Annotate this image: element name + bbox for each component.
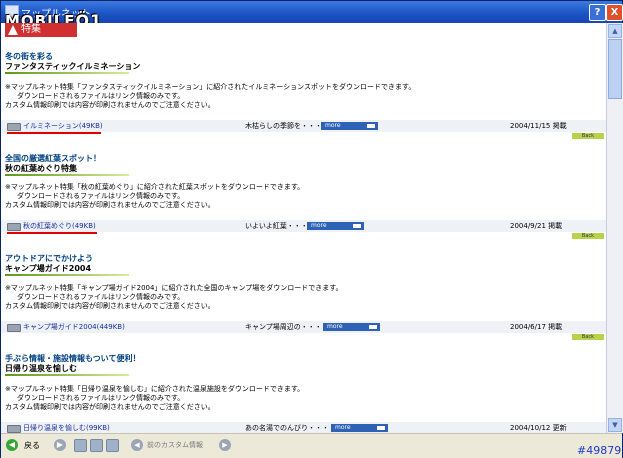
summary-text: キャンプ場周辺の・・・ — [245, 323, 322, 331]
download-link[interactable]: 日帰り温泉を愉しむ(99KB) — [23, 423, 110, 433]
publish-date: 2004/10/12 更新 — [510, 424, 567, 432]
download-row: 秋の紅葉めぐり(49KB) いよいよ紅葉・・・ more 2004/9/21 掲… — [1, 220, 606, 232]
section-subheading: ファンタスティックイルミネーション — [5, 62, 141, 71]
arrow-icon — [367, 124, 375, 128]
vertical-scrollbar[interactable]: ▲ ▼ — [606, 23, 623, 433]
more-button[interactable]: more — [323, 323, 380, 331]
back-button-label[interactable]: 戻る — [24, 440, 40, 451]
download-link[interactable]: キャンプ場ガイド2004(449KB) — [23, 322, 125, 332]
download-link[interactable]: イルミネーション(49KB) — [23, 121, 103, 131]
download-icon[interactable] — [7, 123, 21, 131]
publish-date: 2004/9/21 掲載 — [510, 222, 563, 230]
download-icon[interactable] — [7, 223, 21, 231]
arrow-icon — [377, 426, 385, 430]
more-button[interactable]: more — [321, 122, 378, 130]
feature-section: 全国の厳選紅葉スポット！ 秋の紅葉めぐり特集 ※マップルネット特集「秋の紅葉めぐ… — [1, 139, 606, 239]
subheading-underline — [5, 72, 129, 74]
section-desc-line: ダウンロードされるファイルはリンク情報のみです。 — [17, 92, 185, 100]
forward-arrow-icon[interactable]: ▶ — [54, 439, 66, 451]
download-row: 日帰り温泉を愉しむ(99KB) あの名湯でのんびり・・・ more 2004/1… — [1, 422, 606, 433]
summary-text: あの名湯でのんびり・・・ — [245, 424, 329, 432]
feature-tab: 特集 — [5, 23, 77, 37]
section-desc-line: ダウンロードされるファイルはリンク情報のみです。 — [17, 192, 185, 200]
summary-text: いよいよ紅葉・・・ — [245, 222, 308, 230]
feature-section: アウトドアにでかけよう キャンプ場ガイド2004 ※マップルネット特集「キャンプ… — [1, 241, 606, 341]
app-window: マップルネット ? X MOBILEÖ1 特集 冬の街を彩る ファンタスティック… — [0, 0, 623, 458]
mountain-icon — [8, 25, 18, 35]
more-label: more — [335, 424, 351, 431]
download-icon[interactable] — [7, 425, 21, 433]
download-row: イルミネーション(49KB) 木枯らしの季節を・・・ more 2004/11/… — [1, 120, 606, 132]
subheading-underline — [5, 274, 129, 276]
section-desc-line: ※マップルネット特集「日帰り温泉を愉しむ」に紹介された温泉施設をダウンロードでき… — [5, 385, 305, 393]
publish-date: 2004/11/15 掲載 — [510, 122, 567, 130]
next-info-icon[interactable]: ▶ — [219, 439, 231, 451]
print-icon[interactable] — [90, 439, 103, 452]
subheading-underline — [5, 374, 129, 376]
download-row: キャンプ場ガイド2004(449KB) キャンプ場周辺の・・・ more 200… — [1, 321, 606, 333]
subheading-underline — [5, 174, 129, 176]
section-desc-line: カスタム情報印刷では内容が印刷されませんのでご注意ください。 — [5, 403, 215, 411]
content-area: 冬の街を彩る ファンタスティックイルミネーション ※マップルネット特集「ファンタ… — [1, 37, 606, 433]
feature-tab-label: 特集 — [21, 24, 41, 35]
publish-date: 2004/6/17 掲載 — [510, 323, 563, 331]
previous-info-icon[interactable]: ◀ — [131, 439, 143, 451]
feature-section: 手ぶら情報・施設情報もついて便利！ 日帰り温泉を愉しむ ※マップルネット特集「日… — [1, 343, 606, 433]
close-button[interactable]: X — [606, 4, 623, 21]
download-icon[interactable] — [7, 324, 21, 332]
more-label: more — [311, 222, 327, 229]
section-subheading: 秋の紅葉めぐり特集 — [5, 164, 77, 173]
post-number: #49879 — [577, 444, 622, 457]
arrow-icon — [369, 325, 377, 329]
back-to-top-button[interactable]: Back — [572, 233, 604, 239]
section-subheading: キャンプ場ガイド2004 — [5, 264, 92, 273]
section-desc-line: カスタム情報印刷では内容が印刷されませんのでご注意ください。 — [5, 302, 215, 310]
highlight-underline — [7, 132, 101, 134]
section-desc-line: カスタム情報印刷では内容が印刷されませんのでご注意ください。 — [5, 101, 215, 109]
previous-info-label[interactable]: 前のカスタム情報 — [147, 440, 203, 450]
more-button[interactable]: more — [331, 424, 388, 432]
back-arrow-icon[interactable]: ◀ — [6, 439, 18, 451]
section-desc-line: ※マップルネット特集「秋の紅葉めぐり」に紹介された紅葉スポットをダウンロードでき… — [5, 183, 305, 191]
scroll-down-icon[interactable]: ▼ — [608, 418, 622, 432]
download-link[interactable]: 秋の紅葉めぐり(49KB) — [23, 221, 96, 231]
page-icon[interactable] — [74, 439, 87, 452]
section-desc-line: ※マップルネット特集「キャンプ場ガイド2004」に紹介された全国のキャンプ場をダ… — [5, 284, 343, 292]
scroll-thumb[interactable] — [608, 39, 622, 99]
section-subheading: 日帰り温泉を愉しむ — [5, 364, 77, 373]
feature-section: 冬の街を彩る ファンタスティックイルミネーション ※マップルネット特集「ファンタ… — [1, 37, 606, 139]
highlight-underline — [7, 232, 97, 234]
more-label: more — [325, 122, 341, 129]
section-desc-line: ※マップルネット特集「ファンタスティックイルミネーション」に紹介されたイルミネー… — [5, 83, 416, 91]
save-icon[interactable] — [106, 439, 119, 452]
back-to-top-button[interactable]: Back — [572, 334, 604, 340]
summary-text: 木枯らしの季節を・・・ — [245, 122, 322, 130]
more-label: more — [327, 323, 343, 330]
bottom-toolbar: ◀ 戻る ▶ ◀ 前のカスタム情報 ▶ — [1, 433, 622, 458]
section-desc-line: ダウンロードされるファイルはリンク情報のみです。 — [17, 394, 185, 402]
scroll-up-icon[interactable]: ▲ — [608, 24, 622, 38]
arrow-icon — [353, 224, 361, 228]
section-desc-line: ダウンロードされるファイルはリンク情報のみです。 — [17, 293, 185, 301]
header-band — [1, 23, 606, 37]
section-desc-line: カスタム情報印刷では内容が印刷されませんのでご注意ください。 — [5, 201, 215, 209]
help-button[interactable]: ? — [589, 4, 606, 21]
more-button[interactable]: more — [307, 222, 364, 230]
